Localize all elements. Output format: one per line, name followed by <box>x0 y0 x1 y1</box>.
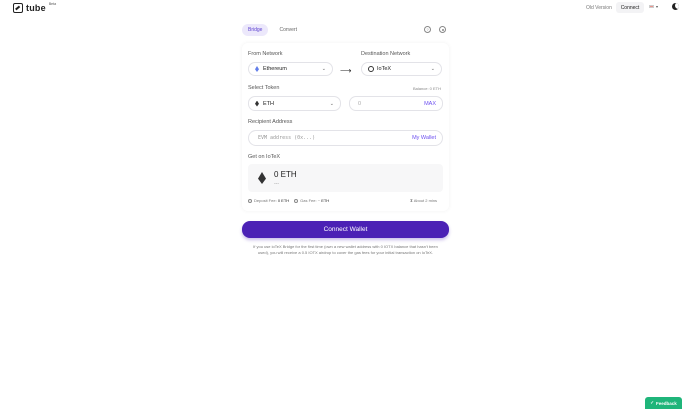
header-connect-button[interactable]: Connect <box>616 2 644 13</box>
logo-icon <box>13 3 23 13</box>
from-network-label: From Network <box>248 51 283 57</box>
estimated-time: ⧗ About 2 mins <box>410 198 437 203</box>
destination-network-value: IoTeX <box>377 66 392 72</box>
token-value: ETH <box>263 100 274 107</box>
from-network-select[interactable]: Ethereum ⌄ <box>248 62 333 76</box>
recipient-placeholder: EVM address (0x...) <box>258 135 316 141</box>
deposit-fee-value: 0 ETH <box>277 198 290 203</box>
from-network-value: Ethereum <box>263 66 287 72</box>
gas-icon <box>294 198 299 203</box>
get-on-iotex-label: Get on IoTeX <box>248 154 281 160</box>
iotex-icon <box>368 66 374 72</box>
amount-input[interactable]: 0 MAX <box>349 96 443 111</box>
moon-icon[interactable] <box>672 3 679 10</box>
token-select[interactable]: ETH ⌄ <box>248 96 341 111</box>
receive-subtext: --- <box>274 181 279 187</box>
chevron-down-icon: ⌄ <box>329 100 334 107</box>
deposit-fee: Deposit Fee: 0 ETH <box>248 198 289 203</box>
recipient-address-label: Recipient Address <box>248 119 293 125</box>
old-version-link[interactable]: Old Version <box>586 5 612 11</box>
destination-network-label: Destination Network <box>361 51 411 57</box>
recipient-address-input[interactable]: EVM address (0x...) My Wallet <box>248 130 443 146</box>
chevron-down-icon: ⌄ <box>321 66 326 72</box>
language-selector[interactable]: ▾ <box>649 4 658 9</box>
estimated-time-value: About 2 mins <box>413 198 438 203</box>
feedback-button[interactable]: ✓ Feedback <box>645 397 682 409</box>
fee-info: Deposit Fee: 0 ETH Gas Fee: ~ ETH <box>248 198 329 203</box>
logo[interactable]: tube Beta <box>13 2 57 13</box>
receive-amount: 0 ETH <box>274 170 297 179</box>
tab-convert[interactable]: Convert <box>273 24 303 36</box>
tab-bridge[interactable]: Bridge <box>242 24 269 36</box>
eth-icon <box>255 100 259 107</box>
destination-network-select[interactable]: IoTeX ⌄ <box>361 62 442 76</box>
deposit-icon <box>248 198 252 203</box>
eth-icon <box>258 172 266 184</box>
amount-placeholder: 0 <box>358 100 362 107</box>
gas-fee-value: ETH <box>321 198 330 203</box>
chevron-down-icon: ⌄ <box>430 66 435 72</box>
chevron-down-icon: ▾ <box>656 4 659 9</box>
flag-icon <box>649 4 654 9</box>
receive-summary: 0 ETH --- <box>248 164 443 192</box>
max-button[interactable]: MAX <box>424 101 436 107</box>
help-icon[interactable]: ? <box>424 26 431 33</box>
balance-text: Balance: 0 ETH <box>413 86 442 91</box>
airdrop-note: If you use ioTeX Bridge for the first ti… <box>253 244 438 255</box>
select-token-label: Select Token <box>248 85 280 91</box>
connect-wallet-button[interactable]: Connect Wallet <box>242 221 449 238</box>
ethereum-icon <box>255 66 259 72</box>
logo-badge: Beta <box>48 2 57 6</box>
gear-icon[interactable] <box>439 26 446 33</box>
my-wallet-button[interactable]: My Wallet <box>412 135 436 141</box>
check-icon: ✓ <box>650 400 654 405</box>
arrow-right-icon: ⟶ <box>340 66 352 75</box>
feedback-label: Feedback <box>656 400 677 406</box>
deposit-fee-label: Deposit Fee: <box>254 198 277 203</box>
gas-fee: Gas Fee: ~ ETH <box>294 198 329 203</box>
logo-text: tube <box>26 3 46 13</box>
tab-bar: Bridge Convert <box>242 24 303 36</box>
gas-fee-label: Gas Fee: ~ <box>300 198 321 203</box>
